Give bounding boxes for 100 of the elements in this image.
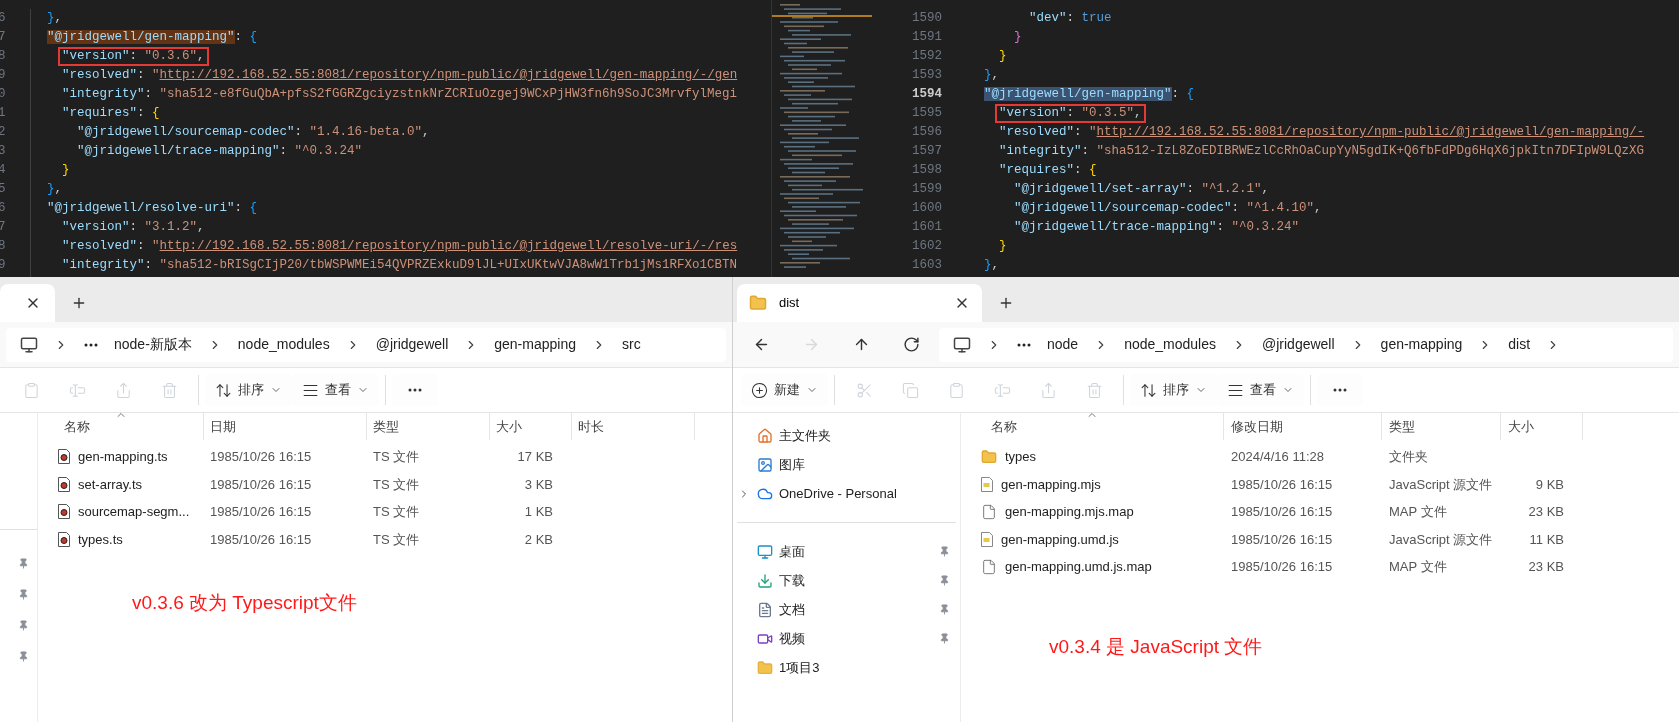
file-name: gen-mapping.mjs — [1001, 475, 1101, 494]
more-icon[interactable] — [1017, 342, 1031, 347]
file-row[interactable]: set-array.ts 1985/10/26 16:15 TS 文件 3 KB — [38, 470, 732, 498]
code-line: "@jridgewell/sourcemap-codec": "^1.4.10", — [1014, 200, 1322, 217]
download-icon — [757, 572, 773, 589]
rename-icon — [68, 381, 86, 399]
breadcrumb-item[interactable]: src — [622, 334, 641, 355]
address-bar[interactable]: node node_modules @jridgewell gen-mapping dist — [939, 327, 1673, 362]
size-cell-text: 3 KB — [524, 475, 553, 494]
type-cell: MAP 文件 — [1389, 559, 1447, 574]
breadcrumb-item[interactable]: node_modules — [237, 334, 330, 355]
code-line: "version": "3.1.2", — [62, 219, 205, 236]
more-icon[interactable] — [84, 342, 98, 347]
breadcrumb-item[interactable]: @jridgewell — [375, 334, 449, 355]
column-header[interactable]: 名称 — [961, 413, 1224, 440]
size-cell-text: 23 KB — [1528, 503, 1564, 521]
breadcrumb-item[interactable]: gen-mapping — [494, 334, 576, 355]
file-row[interactable]: gen-mapping.ts 1985/10/26 16:15 TS 文件 17 KB — [38, 443, 732, 471]
type-cell: 文件夹 — [1389, 449, 1428, 464]
column-header[interactable]: 日期 — [204, 413, 367, 440]
column-header[interactable]: 名称 — [38, 413, 204, 440]
breadcrumb-item[interactable]: gen-mapping — [1380, 334, 1463, 355]
type-cell: TS 文件 — [373, 449, 420, 464]
document-icon — [757, 601, 773, 618]
code-line: "requires": { — [999, 162, 1097, 179]
line-number: 1603 — [912, 257, 942, 275]
new-tab-icon[interactable] — [71, 295, 87, 311]
js-file-icon — [981, 531, 993, 547]
share-icon — [1039, 381, 1057, 399]
line-number: 1594 — [912, 86, 942, 104]
scissors-icon — [855, 381, 873, 399]
code-line: "@jridgewell/gen-mapping": { — [47, 29, 258, 46]
code-line: } — [1014, 29, 1022, 46]
annotation-text: v0.3.6 改为 Typescript文件 — [132, 592, 357, 613]
sidebar-item[interactable]: 桌面 — [733, 537, 960, 566]
file-row[interactable]: sourcemap-segm... 1985/10/26 16:15 TS 文件 1 KB — [38, 498, 732, 526]
line-number: 1590 — [912, 10, 942, 28]
code-line: }, — [47, 181, 63, 198]
column-header[interactable]: 大小 — [1501, 413, 1583, 440]
trash-icon — [160, 381, 178, 399]
file-row[interactable]: types.ts 1985/10/26 16:15 TS 文件 2 KB — [38, 525, 732, 553]
file-name: gen-mapping.umd.js — [1001, 530, 1119, 549]
type-cell: JavaScript 源文件 — [1389, 476, 1493, 492]
code-line: "@jridgewell/set-array": "^1.2.1", — [1014, 181, 1270, 198]
code-line: } — [999, 48, 1007, 65]
computer-icon — [20, 335, 38, 354]
sidebar-item[interactable]: 文档 — [733, 595, 960, 624]
sidebar-item[interactable]: OneDrive - Personal — [733, 479, 960, 508]
breadcrumb-item[interactable]: dist — [1508, 334, 1531, 355]
size-cell-text: 1 KB — [524, 503, 553, 521]
file-row[interactable]: gen-mapping.mjs.map 1985/10/26 16:15 MAP 文件 23 KB — [961, 498, 1679, 526]
new-tab-icon[interactable] — [998, 295, 1014, 311]
date-cell: 1985/10/26 16:15 — [1231, 476, 1333, 492]
file-name: gen-mapping.ts — [78, 448, 168, 466]
sort-arrows-icon — [215, 381, 232, 399]
plus-circle-icon — [751, 381, 768, 399]
ts-file-icon — [58, 449, 70, 465]
column-header[interactable]: 类型 — [367, 413, 490, 440]
file-row[interactable]: gen-mapping.umd.js 1985/10/26 16:15 JavaScript 源文件 11 KB — [961, 525, 1679, 553]
column-header[interactable]: 大小 — [490, 413, 572, 440]
share-icon — [114, 381, 132, 399]
code-line: } — [999, 238, 1007, 255]
code-line: "@jridgewell/sourcemap-codec": "1.4.16-beta.0", — [77, 124, 430, 141]
tab[interactable]: dist — [737, 284, 982, 322]
breadcrumb-item[interactable]: node — [1047, 334, 1079, 355]
copy-icon — [901, 381, 919, 399]
code-line: "version": "0.3.5", — [996, 105, 1145, 122]
column-header[interactable]: 类型 — [1382, 413, 1501, 440]
code-line: "@jridgewell/gen-mapping": { — [984, 86, 1195, 103]
sidebar-item[interactable]: 1项目3 — [733, 653, 960, 682]
line-number: 1598 — [912, 162, 942, 180]
sidebar-item[interactable]: 视频 — [733, 624, 960, 653]
sidebar-item[interactable]: 主文件夹 — [733, 421, 960, 450]
sidebar-item[interactable]: 图库 — [733, 450, 960, 479]
date-cell: 1985/10/26 16:15 — [1231, 504, 1333, 519]
sidebar-item[interactable]: 下载 — [733, 566, 960, 595]
type-cell: TS 文件 — [373, 476, 420, 492]
more-icon — [1333, 388, 1347, 392]
desktop-icon — [757, 543, 773, 560]
column-header[interactable]: 时长 — [572, 413, 695, 440]
breadcrumb-item[interactable]: node_modules — [1124, 334, 1216, 355]
file-name: sourcemap-segm... — [78, 503, 190, 521]
date-cell: 1985/10/26 16:15 — [210, 531, 312, 547]
home-icon — [757, 427, 773, 444]
code-line: }, — [984, 257, 1000, 274]
address-bar[interactable]: node-新版本 node_modules @jridgewell gen-mapping src — [6, 327, 726, 362]
code-line: "dev": true — [1029, 10, 1112, 27]
date-cell: 1985/10/26 16:15 — [210, 449, 312, 464]
computer-icon — [953, 335, 971, 354]
file-name: gen-mapping.umd.js.map — [1005, 558, 1152, 576]
line-number: 1595 — [912, 105, 942, 123]
file-row[interactable]: gen-mapping.umd.js.map 1985/10/26 16:15 MAP 文件 23 KB — [961, 553, 1679, 581]
file-name: types — [1005, 448, 1037, 466]
breadcrumb-item[interactable]: node-新版本 — [114, 334, 192, 355]
file-row[interactable]: gen-mapping.mjs 1985/10/26 16:15 JavaScript 源文件 9 KB — [961, 470, 1679, 498]
code-line: }, — [47, 10, 63, 27]
file-row[interactable]: types 2024/4/16 11:28 文件夹 — [961, 443, 1679, 471]
file-name: types.ts — [78, 530, 123, 549]
column-header[interactable]: 修改日期 — [1224, 413, 1382, 440]
breadcrumb-item[interactable]: @jridgewell — [1262, 334, 1335, 355]
